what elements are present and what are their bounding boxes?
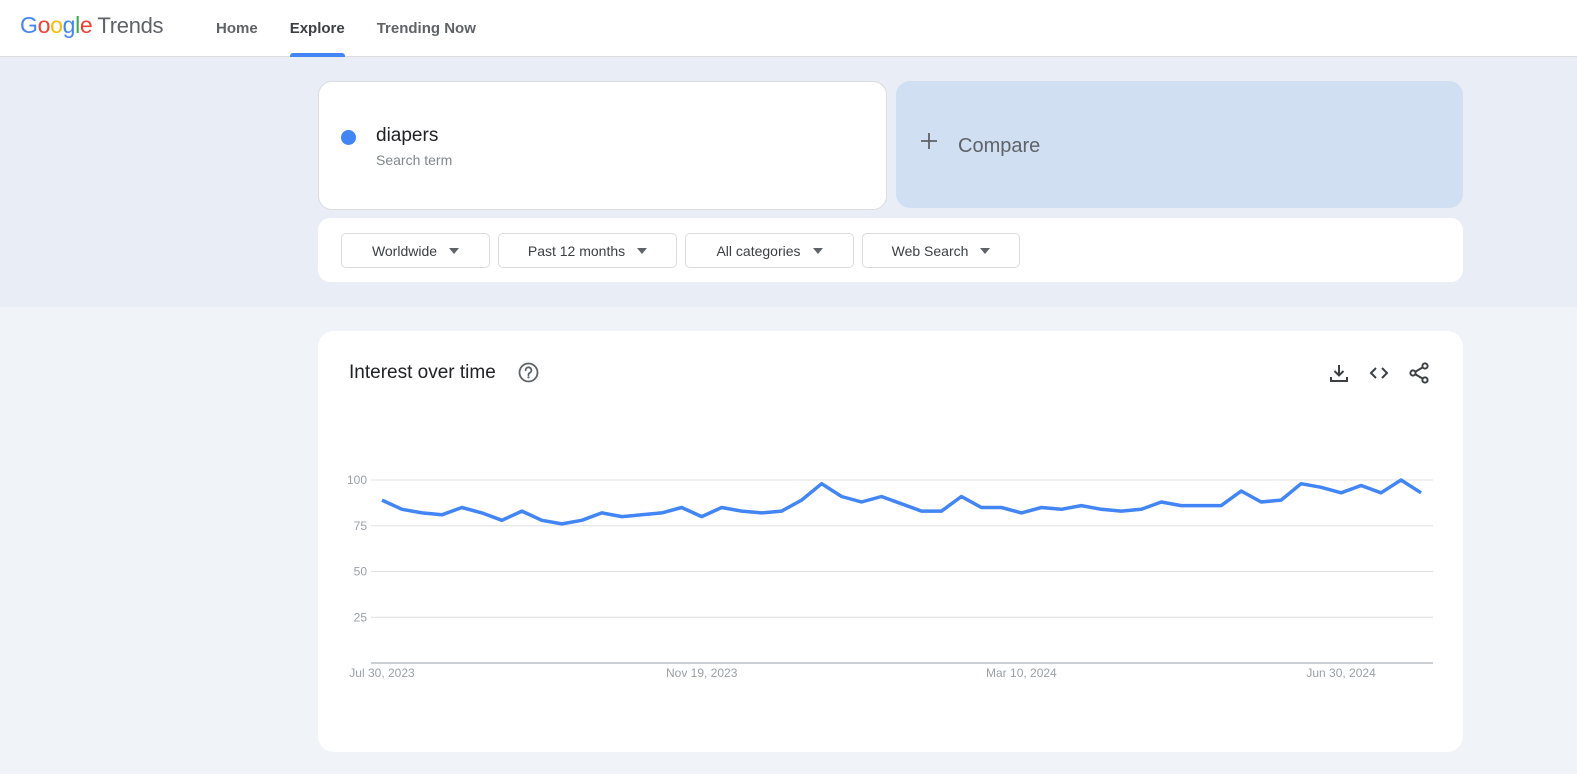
search-term-type: Search term [376,152,453,168]
dropdown-caret-icon [637,247,648,254]
filter-category[interactable]: All categories [685,233,854,268]
y-tick-label: 75 [354,519,368,533]
nav-explore[interactable]: Explore [274,0,361,57]
x-axis-ticks: Jul 30, 2023 Nov 19, 2023 Mar 10, 2024 Jun … [349,666,1376,680]
y-tick-label: 50 [354,565,368,579]
nav-home[interactable]: Home [200,0,274,57]
search-term-name[interactable]: diapers [376,125,438,147]
filters-bar: Worldwide Past 12 months All categories … [318,218,1463,282]
nav-trending-now[interactable]: Trending Now [361,0,492,57]
term-color-dot [341,130,356,145]
filter-search-type[interactable]: Web Search [862,233,1020,268]
y-tick-label: 100 [347,473,367,487]
google-trends-logo[interactable]: Google Trends [20,12,164,39]
interest-over-time-card: Interest over time 25 50 75 100 Jul 30, 202… [318,331,1463,752]
x-tick-label: Mar 10, 2024 [986,666,1057,680]
top-bar: Google Trends Home Explore Trending Now [0,0,1577,57]
filter-category-label: All categories [716,242,801,259]
filter-time-range-label: Past 12 months [527,242,626,259]
series-line-diapers[interactable] [381,478,1422,526]
x-tick-label: Jul 30, 2023 [349,666,415,680]
search-term-card[interactable]: diapers Search term [318,81,887,210]
dropdown-caret-icon [980,247,991,254]
dropdown-caret-icon [812,247,823,254]
logo-product: Trends [97,13,164,38]
plus-icon [920,131,938,155]
compare-button[interactable]: Compare [896,81,1463,208]
x-tick-label: Jun 30, 2024 [1306,666,1376,680]
logo-google: Google [20,12,93,38]
x-tick-label: Nov 19, 2023 [666,666,738,680]
interest-chart[interactable]: 25 50 75 100 Jul 30, 2023 Nov 19, 2023 Mar 10… [318,331,1463,752]
dropdown-caret-icon [449,247,460,254]
y-tick-label: 25 [354,610,368,624]
series-group [381,478,1422,526]
filter-location[interactable]: Worldwide [341,233,490,268]
filter-time-range[interactable]: Past 12 months [498,233,677,268]
y-axis-ticks: 25 50 75 100 [347,473,367,624]
main-nav: Home Explore Trending Now [200,0,492,57]
compare-label: Compare [958,135,1041,157]
filter-location-label: Worldwide [371,242,438,259]
filter-search-type-label: Web Search [891,242,969,259]
